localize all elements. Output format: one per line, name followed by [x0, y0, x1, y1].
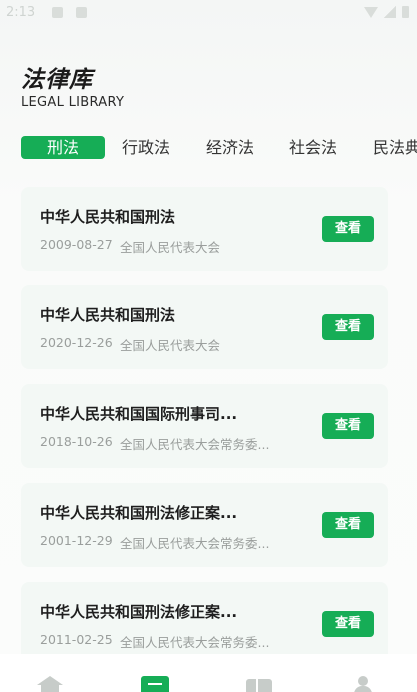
tab-civil-code[interactable]: 民法典	[373, 136, 417, 159]
law-date: 2018-10-26	[40, 434, 113, 449]
law-title: 中华人民共和国刑法修正案...	[40, 504, 238, 522]
law-title: 中华人民共和国刑法修正案...	[40, 603, 238, 621]
page-subtitle: LEGAL LIBRARY	[21, 95, 125, 110]
category-tabs: 刑法 行政法 经济法 社会法 民法典	[21, 136, 417, 160]
law-title: 中华人民共和国刑法	[40, 208, 176, 226]
view-button[interactable]: 查看	[322, 314, 374, 340]
legal-library-screen: 2:13 法律库 LEGAL LIBRARY 刑法 行政法 经济法 社会法 民法…	[0, 0, 417, 692]
status-time: 2:13	[6, 5, 36, 20]
tab-social-law[interactable]: 社会法	[289, 136, 337, 159]
tab-criminal-law[interactable]: 刑法	[21, 136, 105, 159]
law-title: 中华人民共和国刑法	[40, 306, 176, 324]
tab-administrative-law[interactable]: 行政法	[122, 136, 170, 159]
view-button[interactable]: 查看	[322, 611, 374, 637]
tab-economic-law[interactable]: 经济法	[206, 136, 254, 159]
view-button[interactable]: 查看	[322, 216, 374, 242]
law-card[interactable]: 中华人民共和国刑法修正案... 2001-12-29 全国人民代表大会常务委..…	[21, 483, 388, 567]
signal-icon	[384, 6, 396, 18]
law-date: 2020-12-26	[40, 335, 113, 350]
app-notification-icon	[76, 7, 87, 18]
law-issuer: 全国人民代表大会	[120, 338, 221, 353]
home-icon[interactable]	[37, 676, 63, 692]
notification-icon	[52, 7, 63, 18]
view-button[interactable]: 查看	[322, 413, 374, 439]
user-icon[interactable]	[354, 676, 380, 692]
law-card[interactable]: 中华人民共和国国际刑事司... 2018-10-26 全国人民代表大会常务委..…	[21, 384, 388, 468]
law-issuer: 全国人民代表大会常务委...	[120, 437, 270, 452]
law-list-icon[interactable]	[141, 676, 169, 692]
wifi-icon	[364, 6, 378, 18]
book-icon[interactable]	[246, 676, 272, 692]
law-card[interactable]: 中华人民共和国刑法 2009-08-27 全国人民代表大会 查看	[21, 187, 388, 271]
law-issuer: 全国人民代表大会	[120, 240, 221, 255]
status-bar: 2:13	[0, 0, 417, 28]
law-card[interactable]: 中华人民共和国刑法 2020-12-26 全国人民代表大会 查看	[21, 285, 388, 369]
law-date: 2009-08-27	[40, 237, 113, 252]
status-icons	[364, 6, 409, 18]
law-issuer: 全国人民代表大会常务委...	[120, 635, 270, 650]
law-issuer: 全国人民代表大会常务委...	[120, 536, 270, 551]
law-title: 中华人民共和国国际刑事司...	[40, 405, 238, 423]
bottom-nav	[0, 654, 417, 692]
view-button[interactable]: 查看	[322, 512, 374, 538]
page-title: 法律库	[21, 67, 93, 93]
law-date: 2001-12-29	[40, 533, 113, 548]
law-date: 2011-02-25	[40, 632, 113, 647]
battery-icon	[402, 6, 409, 18]
